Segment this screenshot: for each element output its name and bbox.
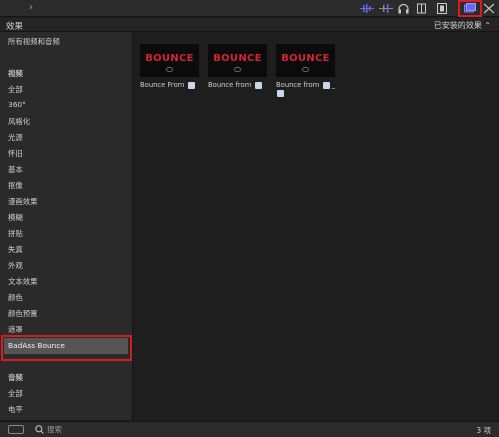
diagonal-arrow-icon (322, 81, 330, 89)
sidebar-item-tiling[interactable]: 拼贴 (8, 228, 23, 239)
transitions-icon[interactable] (417, 3, 426, 14)
sidebar-item-distortion[interactable]: 失真 (8, 244, 23, 255)
sidebar-item-retro[interactable]: 怀旧 (8, 148, 23, 159)
sidebar-item-text-effects[interactable]: 文本效果 (8, 276, 38, 287)
item-count: 3 项 (476, 426, 491, 435)
thumbnail-title: BOUNCE (281, 53, 330, 64)
chevron-updown-icon: ⌃ (484, 21, 491, 30)
sidebar-item-masks[interactable]: 遮罩 (8, 324, 23, 335)
sidebar-item-blur[interactable]: 模糊 (8, 212, 23, 223)
top-toolbar: › (0, 0, 499, 17)
bottom-bar: 3 项 (0, 421, 499, 437)
audio-meter-icon[interactable] (360, 3, 374, 14)
sidebar-item-basic[interactable]: 基本 (8, 164, 23, 175)
sidebar-item-all[interactable]: 全部 (8, 84, 23, 95)
installed-effects-label: 已安装的效果 (433, 21, 482, 30)
effect-label[interactable]: Bounce from (208, 81, 262, 89)
sidebar-item-color-presets[interactable]: 颜色预置 (8, 308, 38, 319)
search-input[interactable] (47, 424, 167, 435)
chevron-right-icon[interactable]: › (29, 2, 33, 13)
search-icon (35, 425, 44, 434)
sidebar-item-360[interactable]: 360° (8, 100, 26, 109)
thumbnail-title: BOUNCE (145, 53, 194, 64)
play-badge-icon (302, 67, 309, 72)
effect-name-suffix: _ (331, 81, 336, 89)
sidebar-item-looks[interactable]: 外观 (8, 260, 23, 271)
effect-thumbnail[interactable]: BOUNCE (140, 44, 199, 77)
diagonal-arrow-icon (277, 90, 284, 97)
play-badge-icon (166, 67, 173, 72)
audio-waveform-icon[interactable] (379, 3, 393, 14)
sidebar-item-all-video-audio[interactable]: 所有视频和音频 (8, 36, 60, 47)
thumbnail-title: BOUNCE (213, 53, 262, 64)
browser-header: 效果 已安装的效果 ⌃ (0, 18, 499, 32)
category-sidebar: 所有视频和音频 视频 全部 360° 风格化 光源 怀旧 基本 抠像 漫画效果 … (0, 32, 133, 420)
sidebar-item-stylize[interactable]: 风格化 (8, 116, 30, 127)
effect-thumbnail[interactable]: BOUNCE (276, 44, 335, 77)
effect-thumbnail[interactable]: BOUNCE (208, 44, 267, 77)
installed-effects-dropdown[interactable]: 已安装的效果 ⌃ (434, 20, 491, 31)
headphones-icon[interactable] (398, 3, 409, 14)
sidebar-heading-audio: 音频 (8, 373, 23, 382)
sidebar-item-color[interactable]: 颜色 (8, 292, 23, 303)
sidebar-item-audio-all[interactable]: 全部 (8, 388, 23, 399)
effect-label[interactable]: Bounce from _ (276, 81, 335, 89)
effect-name: Bounce from (276, 81, 320, 89)
sidebar-item-comic[interactable]: 漫画效果 (8, 196, 38, 207)
up-down-arrows-icon (254, 81, 262, 89)
left-right-arrows-icon (187, 81, 195, 89)
sidebar-item-light[interactable]: 光源 (8, 132, 23, 143)
sidebar-toggle-button[interactable] (8, 425, 24, 434)
film-strip-icon[interactable] (437, 3, 447, 14)
selected-category-highlight (1, 335, 132, 361)
sidebar-item-levels[interactable]: 电平 (8, 404, 23, 415)
effect-name: Bounce from (208, 81, 252, 89)
play-badge-icon (234, 67, 241, 72)
effects-button-highlight (458, 0, 482, 17)
sidebar-item-keying[interactable]: 抠像 (8, 180, 23, 191)
effect-name: Bounce From (140, 81, 185, 89)
effect-label[interactable]: Bounce From (140, 81, 195, 89)
generators-icon[interactable] (484, 3, 494, 14)
page-title: 效果 (6, 22, 24, 32)
sidebar-heading-video: 视频 (8, 69, 23, 78)
